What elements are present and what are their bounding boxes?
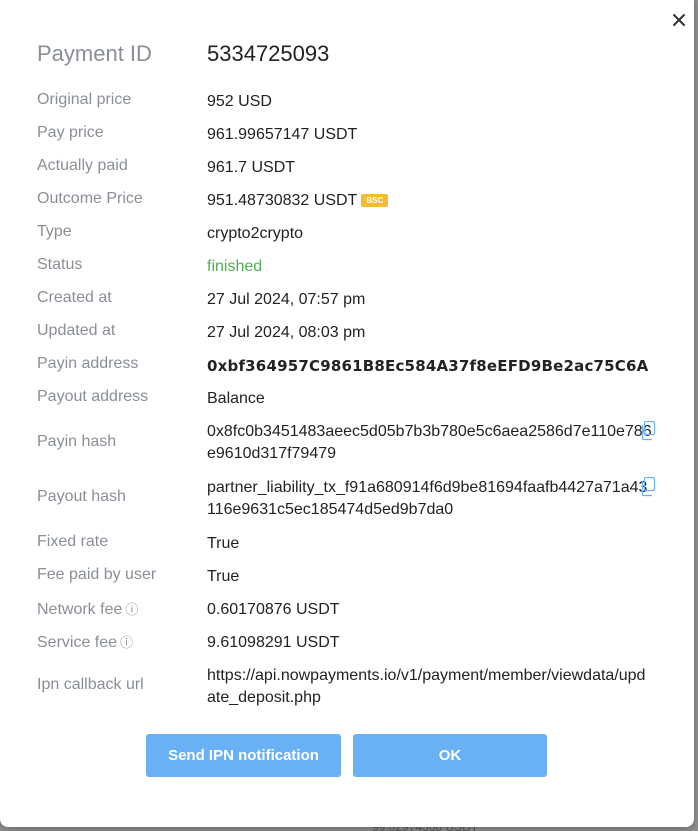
copy-icon[interactable]	[640, 420, 656, 441]
fee-paid-by-user-value: True	[207, 568, 240, 585]
network-fee-label-wrap: Network fee ⓘ	[37, 599, 138, 619]
payment-id-row: Payment ID 5334725093	[37, 41, 677, 71]
actually-paid-value: 961.7 USDT	[207, 159, 296, 176]
pay-price-label: Pay price	[37, 124, 104, 141]
fixed-rate-label: Fixed rate	[37, 533, 109, 550]
info-icon[interactable]: ⓘ	[120, 635, 133, 650]
status-label: Status	[37, 256, 83, 273]
fee-paid-by-user-label: Fee paid by user	[37, 566, 157, 583]
service-fee-label: Service fee	[37, 634, 118, 651]
network-fee-value: 0.60170876 USDT	[207, 601, 340, 618]
close-icon[interactable]	[668, 9, 690, 31]
network-fee-label: Network fee	[37, 601, 123, 618]
ipn-callback-url-label: Ipn callback url	[37, 676, 144, 693]
payment-id-value: 5334725093	[207, 41, 330, 66]
outcome-price-label: Outcome Price	[37, 190, 143, 207]
network-badge: BSC	[361, 194, 389, 207]
created-at-value: 27 Jul 2024, 07:57 pm	[207, 291, 366, 308]
original-price-value: 952 USD	[207, 93, 272, 110]
updated-at-value: 27 Jul 2024, 08:03 pm	[207, 324, 366, 341]
fixed-rate-value: True	[207, 535, 240, 552]
pay-price-value: 961.99657147 USDT	[207, 126, 358, 143]
payin-hash-value: 0x8fc0b3451483aeec5d05b7b3b780e5c6aea258…	[207, 423, 652, 462]
ipn-callback-url-value: https://api.nowpayments.io/v1/payment/me…	[207, 667, 646, 706]
payin-address-value: 0xbf364957C9861B8Ec584A37f8eEFD9Be2ac75C…	[207, 357, 649, 375]
service-fee-label-wrap: Service fee ⓘ	[37, 632, 133, 652]
payment-details-modal: Payment ID 5334725093 Original price 952…	[0, 0, 694, 827]
original-price-label: Original price	[37, 91, 132, 108]
status-value: finished	[207, 258, 263, 275]
payin-address-label: Payin address	[37, 355, 139, 372]
payment-id-label: Payment ID	[37, 41, 152, 66]
actually-paid-label: Actually paid	[37, 157, 128, 174]
payin-hash-label: Payin hash	[37, 433, 117, 450]
payout-hash-label: Payout hash	[37, 488, 126, 505]
outcome-price-value: 951.48730832 USDT	[207, 192, 358, 209]
info-icon[interactable]: ⓘ	[125, 602, 138, 617]
created-at-label: Created at	[37, 289, 112, 306]
payout-address-label: Payout address	[37, 388, 149, 405]
updated-at-label: Updated at	[37, 322, 116, 339]
payout-address-value: Balance	[207, 390, 265, 407]
outcome-price-value-wrap: 951.48730832 USDT BSC	[207, 190, 389, 212]
ok-button[interactable]: OK	[353, 734, 547, 777]
copy-icon[interactable]	[640, 476, 656, 497]
payout-hash-value: partner_liability_tx_f91a680914f6d9be816…	[207, 479, 648, 518]
send-ipn-notification-button[interactable]: Send IPN notification	[146, 734, 341, 777]
type-label: Type	[37, 223, 72, 240]
service-fee-value: 9.61098291 USDT	[207, 634, 340, 651]
type-value: crypto2crypto	[207, 225, 304, 242]
